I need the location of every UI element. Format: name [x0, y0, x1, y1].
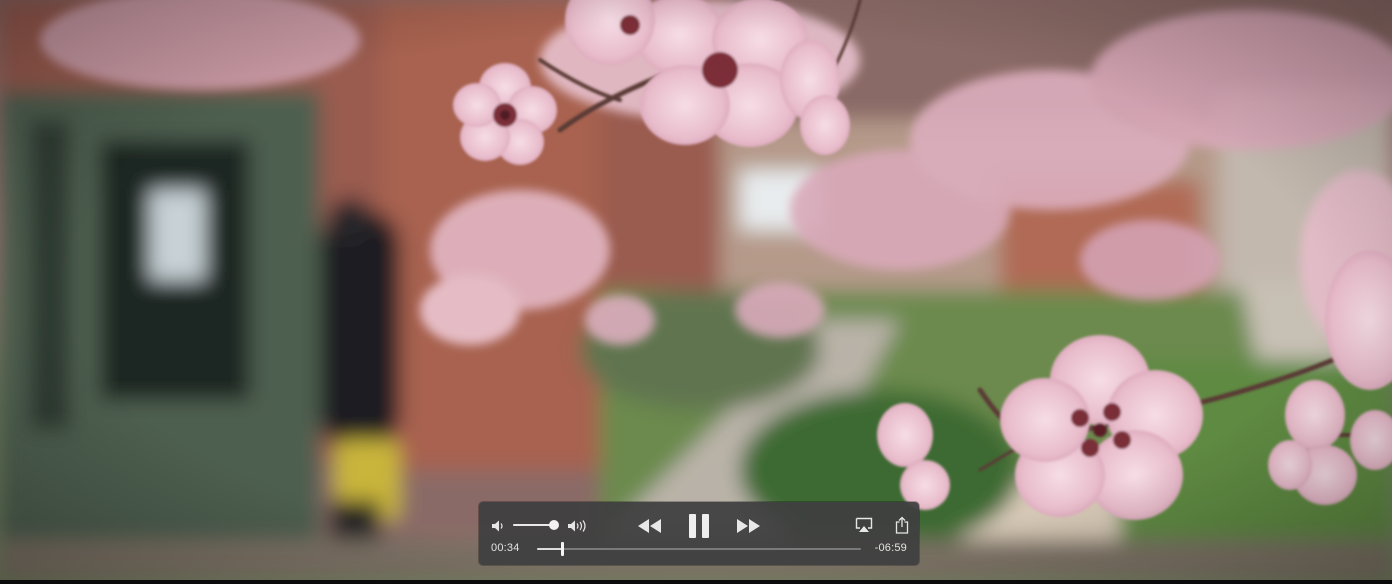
elapsed-time: 00:34 [491, 542, 520, 554]
airplay-icon[interactable] [855, 517, 873, 533]
remaining-time[interactable]: -06:59 [875, 542, 907, 554]
progress-track [537, 548, 861, 550]
playback-controls: 00:34 -06:59 [479, 502, 919, 565]
video-frame[interactable] [0, 0, 1392, 580]
rewind-icon[interactable] [637, 518, 663, 534]
volume-slider[interactable] [513, 520, 563, 530]
speaker-low-icon[interactable] [491, 519, 505, 533]
window-bottom-edge [0, 580, 1392, 584]
progress-fill [537, 548, 562, 550]
video-still-image [0, 0, 1392, 580]
share-icon[interactable] [895, 516, 909, 534]
fast-forward-icon[interactable] [735, 518, 761, 534]
speaker-high-icon[interactable] [567, 519, 589, 533]
playhead[interactable] [560, 542, 564, 556]
pause-icon[interactable] [688, 514, 710, 538]
volume-knob[interactable] [549, 520, 560, 530]
progress-scrubber[interactable] [537, 542, 861, 556]
volume-fill [513, 524, 555, 526]
